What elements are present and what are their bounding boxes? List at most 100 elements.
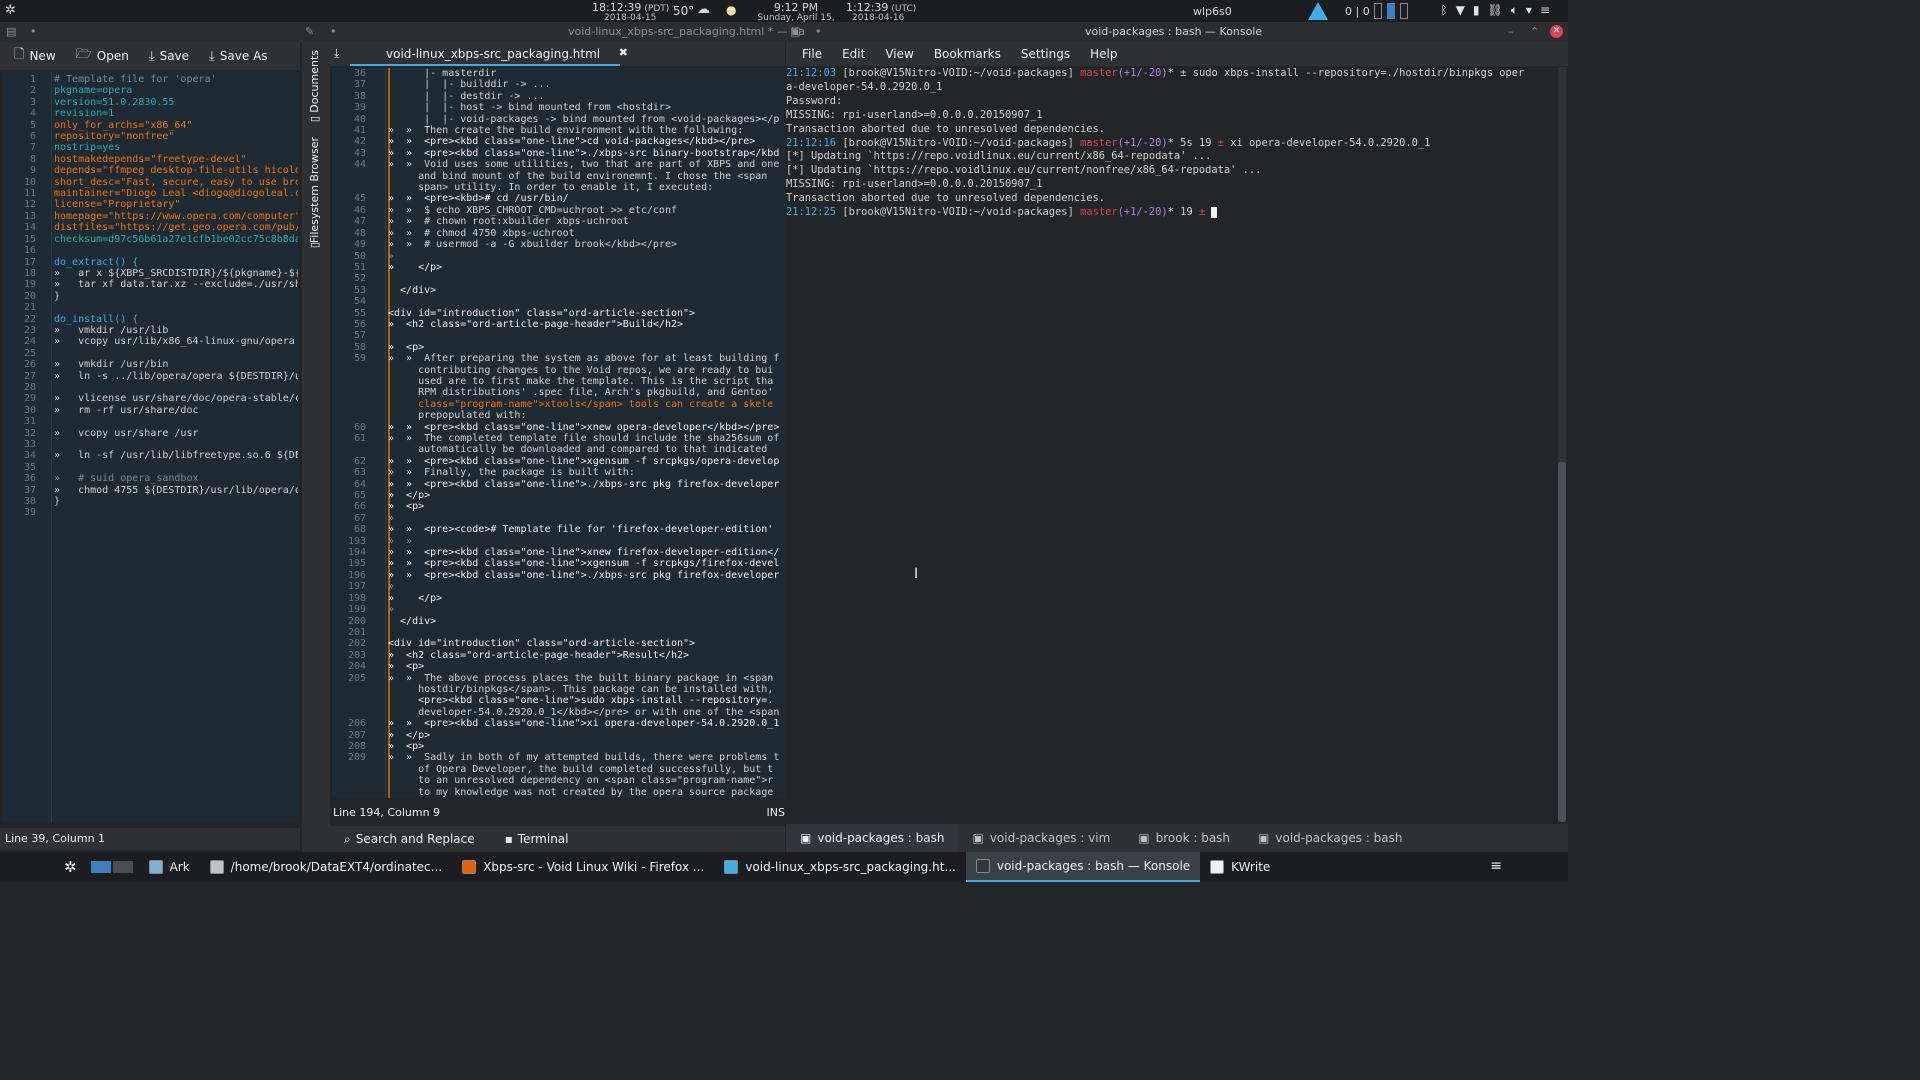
left-code-editor[interactable]: 1 # Template file for 'opera' 2 pkgname=ope… <box>2 72 298 822</box>
konsole-tab[interactable]: ▣ brook : bash <box>1124 824 1244 852</box>
tab-documents[interactable]: Documents <box>308 50 321 113</box>
menu-view[interactable]: View <box>875 47 923 61</box>
code-line: 10 short_desc="Fast, secure, easy to use … <box>2 177 298 188</box>
minimize-icon[interactable]: – <box>1508 25 1514 38</box>
menu-edit[interactable]: Edit <box>832 47 875 61</box>
line-text: » chmod 4755 ${DESTDIR}/usr/lib/opera/op <box>54 484 298 496</box>
konsole-tab[interactable]: ▣ void-packages : vim <box>958 824 1124 852</box>
pdt-clock[interactable]: 18:12:39 (PDT) 2018-04-15 <box>592 1 669 23</box>
line-number: 33 <box>23 439 36 450</box>
code-line: 18 » ar x ${XBPS_SRCDISTDIR}/${pkgname}-$… <box>2 268 298 279</box>
show-desktop-icon[interactable]: ≡ <box>1490 858 1502 874</box>
terminal-text: a-developer-54.0.2920.0_1 <box>786 80 943 93</box>
konsole-tab[interactable]: ▣ void-packages : bash <box>786 824 959 852</box>
middle-kate-pane: ⤓ void-linux_xbps-src_packaging.html ✖ 3… <box>330 42 785 852</box>
code-line: 65 » </p> <box>332 490 779 501</box>
line-number: 11 <box>23 188 36 200</box>
counter: 0 | 0 <box>1345 5 1370 18</box>
line-number: 59 <box>353 353 366 365</box>
line-number: 36 <box>23 473 36 485</box>
konsole-window-icon[interactable]: ▣ <box>790 25 800 38</box>
tab-document-html[interactable]: void-linux_xbps-src_packaging.html ✖ <box>350 42 628 66</box>
terminal-button[interactable]: ▪ Terminal <box>497 830 577 848</box>
code-line: class="program-name">xtools</span> tools… <box>332 399 779 410</box>
task-kate[interactable]: void-linux_xbps-src_packaging.ht... <box>714 852 966 882</box>
code-line: 193 » » <box>332 536 779 547</box>
kate-window-icon[interactable]: ▤ <box>6 25 16 38</box>
network-name[interactable]: wlp6s0 <box>1193 5 1232 18</box>
tab-filesystem-browser[interactable]: Filesystem Browser <box>308 137 321 243</box>
desktop-2[interactable] <box>112 861 133 873</box>
network-graph-icon <box>1308 2 1328 20</box>
code-line: 54 <box>332 296 779 307</box>
menu-file[interactable]: File <box>792 47 832 61</box>
top-panel: ✲ 18:12:39 (PDT) 2018-04-15 50° ☁ ● 9:12… <box>0 0 1568 32</box>
link-icon[interactable]: ⛓ <box>1487 3 1502 18</box>
middle-code-editor[interactable]: 36 |- masterdir 37 | |- builddir -> ... 38… <box>332 68 785 798</box>
line-number: 15 <box>23 233 36 245</box>
weather-temp[interactable]: 50° <box>673 4 694 18</box>
code-line: 44 » » Void uses some utilities, two that… <box>332 159 779 170</box>
kde-launcher-icon[interactable]: ✲ <box>0 858 85 876</box>
task-konsole[interactable]: void-packages : bash — Konsole <box>965 852 1201 882</box>
code-line: 6 repository="nonfree" <box>2 131 298 142</box>
line-number: 1 <box>29 74 36 85</box>
menu-settings[interactable]: Settings <box>1011 47 1080 61</box>
code-line: 64 » » <pre><kbd class="one-line">./xbps-… <box>332 479 779 490</box>
terminal-output[interactable]: 21:12:03 [brook@V15Nitro-VOID:~/void-pac… <box>786 67 1558 822</box>
scrollbar-thumb[interactable] <box>1558 462 1566 822</box>
kde-icon[interactable]: ✲ <box>5 3 16 18</box>
code-line: 26 » vmkdir /usr/bin <box>2 359 298 370</box>
kwrite-icon <box>1210 860 1225 874</box>
task-kwrite[interactable]: KWrite <box>1200 852 1280 882</box>
task-ark[interactable]: Ark <box>139 852 200 882</box>
hamburger-icon[interactable]: ≡ <box>1540 3 1550 18</box>
insert-mode[interactable]: INS <box>767 806 785 819</box>
open-button[interactable]: 🗁 Open <box>68 43 137 69</box>
code-line: 56 » <h2 class="ord-article-page-header">… <box>332 319 779 330</box>
line-number: 24 <box>23 336 36 348</box>
line-number: 198 <box>347 592 366 604</box>
line-text: | |- builddir -> ... <box>388 79 551 91</box>
menu-help[interactable]: Help <box>1080 47 1127 61</box>
terminal-icon: ▣ <box>800 831 812 845</box>
code-line: prepopulated with: <box>332 410 779 421</box>
save-button[interactable]: ⤓ Save <box>141 47 197 66</box>
close-tab-icon[interactable]: ✖ <box>619 46 628 59</box>
line-number: 39 <box>353 102 366 114</box>
tray-expand-icon[interactable]: ▾ <box>1526 3 1532 18</box>
battery-icon[interactable]: ▮ <box>1473 3 1480 18</box>
save-icon: ⤓ <box>148 48 155 64</box>
desktop-1[interactable] <box>90 861 111 873</box>
save-as-button[interactable]: ⤓ Save As <box>201 47 275 66</box>
new-button[interactable]: 🗋 New <box>6 43 64 69</box>
line-number: 68 <box>353 524 366 536</box>
konsole-tab[interactable]: ▣ void-packages : bash <box>1244 824 1416 852</box>
code-line: 195 » » <pre><kbd class="one-line">xgensu… <box>332 558 779 569</box>
close-icon[interactable]: ✕ <box>1550 25 1563 38</box>
line-number: 48 <box>353 227 366 239</box>
utc-clock[interactable]: 1:12:39 (UTC) 2018-04-16 <box>846 1 916 23</box>
line-text: } <box>54 496 61 508</box>
task-firefox[interactable]: Xbps-src - Void Linux Wiki - Firefox ... <box>452 852 714 882</box>
line-text: » » <pre><kbd class="one-line">cd void-p… <box>388 136 756 148</box>
volume-icon[interactable]: 🔈︎ <box>1511 3 1518 18</box>
terminal-line: a-developer-54.0.2920.0_1 <box>786 81 1558 95</box>
line-number: 37 <box>353 79 366 91</box>
wifi-icon[interactable]: ▼ <box>1456 3 1465 18</box>
search-and-replace-button[interactable]: ⌕ Search and Replace <box>336 830 483 849</box>
code-line: 19 » tar xf data.tar.xz --exclude=./usr/s… <box>2 279 298 290</box>
maximize-icon[interactable]: ⌃ <box>1530 25 1539 38</box>
pager[interactable] <box>85 861 139 873</box>
menu-bookmarks[interactable]: Bookmarks <box>924 47 1011 61</box>
bluetooth-icon[interactable]: ᛒ <box>1440 3 1447 18</box>
line-text: » » Sadly in both of my attempted builds… <box>388 752 780 764</box>
line-text: class="program-name">xtools</span> tools… <box>388 398 774 410</box>
task-folder[interactable]: /home/brook/DataEXT4/ordinatec... <box>200 852 452 882</box>
line-number: 42 <box>353 136 366 148</box>
new-label: New <box>29 49 56 63</box>
terminal-icon: ▪ <box>504 832 513 846</box>
line-text <box>370 627 388 638</box>
ark-icon <box>148 860 163 874</box>
line-text: contributing changes to the Void repos, … <box>388 364 774 376</box>
